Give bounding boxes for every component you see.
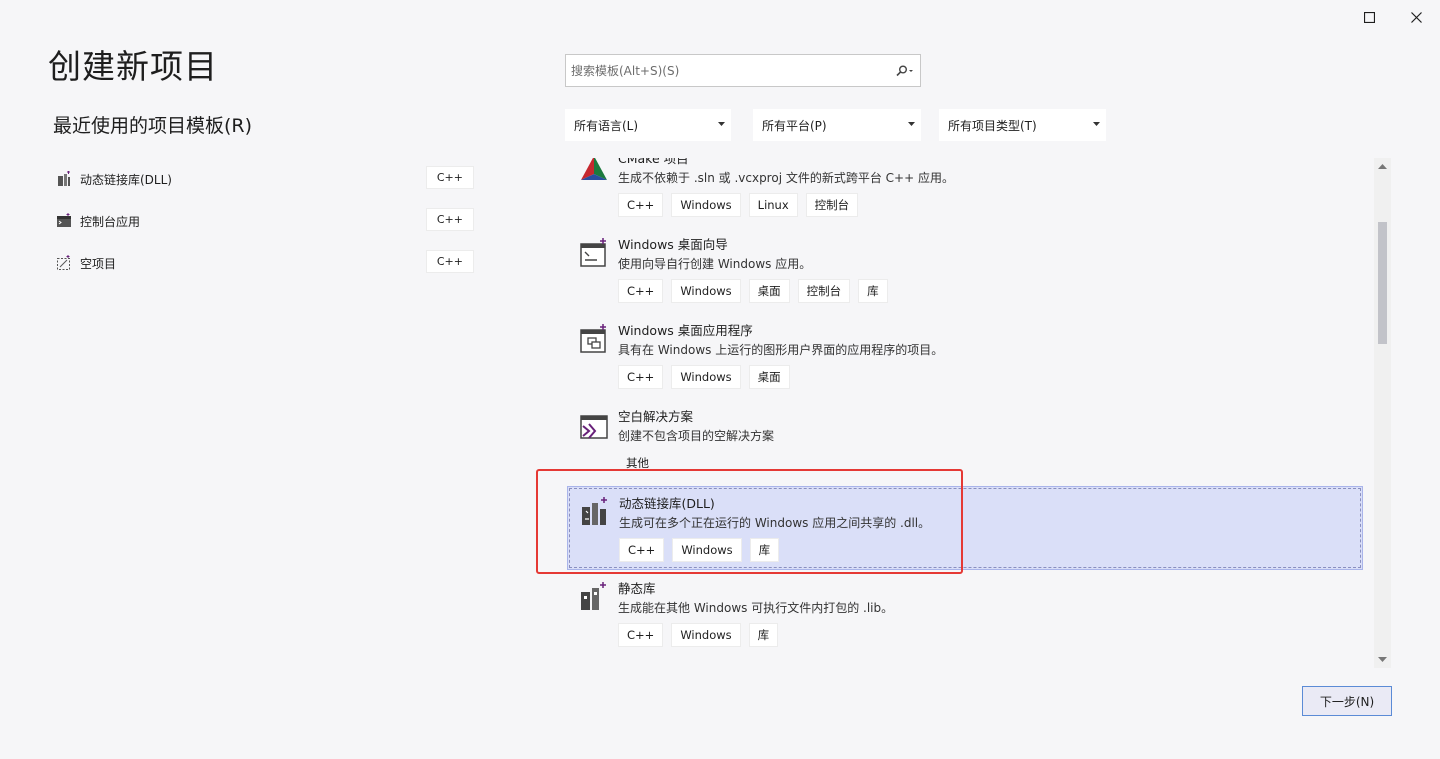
dll-icon xyxy=(58,171,70,186)
template-tag: Windows xyxy=(671,279,741,303)
close-icon xyxy=(1410,11,1422,23)
scroll-down-icon[interactable] xyxy=(1378,657,1387,662)
template-list: CMake 项目 生成不依赖于 .sln 或 .vcxproj 文件的新式跨平台… xyxy=(565,158,1365,668)
close-button[interactable] xyxy=(1405,6,1427,28)
template-tag: C++ xyxy=(619,538,665,562)
template-description: 生成可在多个正在运行的 Windows 应用之间共享的 .dll。 xyxy=(619,516,931,530)
template-description: 使用向导自行创建 Windows 应用。 xyxy=(618,257,812,271)
platform-filter-label: 所有平台(P) xyxy=(762,118,827,133)
template-description: 生成能在其他 Windows 可执行文件内打包的 .lib。 xyxy=(618,601,894,615)
console-icon xyxy=(57,213,71,227)
search-input[interactable] xyxy=(566,55,890,86)
recent-item-empty-project[interactable]: 空项目 C++ xyxy=(48,242,480,284)
template-tag: 其他 xyxy=(626,456,649,470)
chevron-down-icon xyxy=(908,122,915,126)
template-item-cmake[interactable]: CMake 项目 生成不依赖于 .sln 或 .vcxproj 文件的新式跨平台… xyxy=(567,158,1363,226)
wizard-icon xyxy=(580,238,606,267)
recent-item-dll[interactable]: 动态链接库(DLL) C++ xyxy=(48,158,480,200)
cmake-icon xyxy=(581,158,607,180)
recent-item-tag: C++ xyxy=(425,166,474,189)
template-tag: Windows xyxy=(671,365,741,389)
template-tag: Windows xyxy=(671,623,741,647)
template-description: 创建不包含项目的空解决方案 xyxy=(618,429,775,443)
template-tag: 桌面 xyxy=(748,279,790,303)
template-tag: C++ xyxy=(618,365,664,389)
template-item-desktop-app[interactable]: Windows 桌面应用程序 具有在 Windows 上运行的图形用户界面的应用… xyxy=(567,314,1363,398)
empty-project-icon xyxy=(57,255,70,270)
template-search xyxy=(565,54,921,87)
template-tag: 库 xyxy=(748,623,779,647)
platform-filter[interactable]: 所有平台(P) xyxy=(753,109,921,141)
recent-templates-heading: 最近使用的项目模板(R) xyxy=(53,115,253,137)
scroll-up-icon[interactable] xyxy=(1378,164,1387,169)
template-tag: Linux xyxy=(748,193,798,217)
template-name: Windows 桌面向导 xyxy=(618,237,728,252)
language-filter[interactable]: 所有语言(L) xyxy=(565,109,731,141)
template-name: 空白解决方案 xyxy=(618,409,694,424)
template-tag: Windows xyxy=(672,538,742,562)
recent-item-tag: C++ xyxy=(425,250,474,273)
template-tag: Windows xyxy=(671,193,741,217)
template-description: 生成不依赖于 .sln 或 .vcxproj 文件的新式跨平台 C++ 应用。 xyxy=(618,171,954,185)
template-description: 具有在 Windows 上运行的图形用户界面的应用程序的项目。 xyxy=(618,343,944,357)
template-name: Windows 桌面应用程序 xyxy=(618,323,753,338)
maximize-icon xyxy=(1363,11,1375,23)
recent-item-console[interactable]: 控制台应用 C++ xyxy=(48,200,480,242)
project-type-filter-label: 所有项目类型(T) xyxy=(948,118,1037,133)
recent-item-label: 动态链接库(DLL) xyxy=(80,172,172,187)
template-item-static-lib[interactable]: 静态库 生成能在其他 Windows 可执行文件内打包的 .lib。 C++ W… xyxy=(567,572,1363,656)
template-tag: 控制台 xyxy=(805,193,859,217)
next-button[interactable]: 下一步(N) xyxy=(1302,686,1392,716)
desktop-app-icon xyxy=(580,324,606,353)
template-item-desktop-wizard[interactable]: Windows 桌面向导 使用向导自行创建 Windows 应用。 C++ Wi… xyxy=(567,228,1363,312)
template-name: 动态链接库(DLL) xyxy=(619,496,715,511)
maximize-button[interactable] xyxy=(1358,6,1380,28)
search-button[interactable] xyxy=(890,55,920,86)
template-name: CMake 项目 xyxy=(618,158,689,166)
template-tag: C++ xyxy=(618,623,664,647)
language-filter-label: 所有语言(L) xyxy=(574,118,639,133)
search-icon xyxy=(896,65,913,76)
scrollbar-thumb[interactable] xyxy=(1378,222,1387,344)
static-lib-icon xyxy=(581,582,606,610)
recent-item-tag: C++ xyxy=(425,208,474,231)
template-tag: 库 xyxy=(858,279,888,303)
template-item-dll[interactable]: 动态链接库(DLL) 生成可在多个正在运行的 Windows 应用之间共享的 .… xyxy=(567,486,1363,570)
template-item-blank-solution[interactable]: 空白解决方案 创建不包含项目的空解决方案 其他 xyxy=(567,400,1363,484)
template-tag: 库 xyxy=(749,538,780,562)
template-tag: 桌面 xyxy=(748,365,790,389)
chevron-down-icon xyxy=(1093,122,1100,126)
recent-item-label: 空项目 xyxy=(80,256,117,271)
dll-icon xyxy=(582,497,607,525)
chevron-down-icon xyxy=(718,122,725,126)
page-title: 创建新项目 xyxy=(48,47,218,86)
template-tag: 控制台 xyxy=(797,279,851,303)
recent-item-label: 控制台应用 xyxy=(80,214,141,229)
recent-templates-list: 动态链接库(DLL) C++ 控制台应用 C++ 空项目 C++ xyxy=(48,158,480,284)
blank-solution-icon xyxy=(580,415,608,439)
project-type-filter[interactable]: 所有项目类型(T) xyxy=(939,109,1106,141)
template-tag: C++ xyxy=(618,193,664,217)
template-list-scrollbar[interactable] xyxy=(1374,158,1391,668)
template-tag: C++ xyxy=(618,279,664,303)
template-name: 静态库 xyxy=(618,581,656,596)
